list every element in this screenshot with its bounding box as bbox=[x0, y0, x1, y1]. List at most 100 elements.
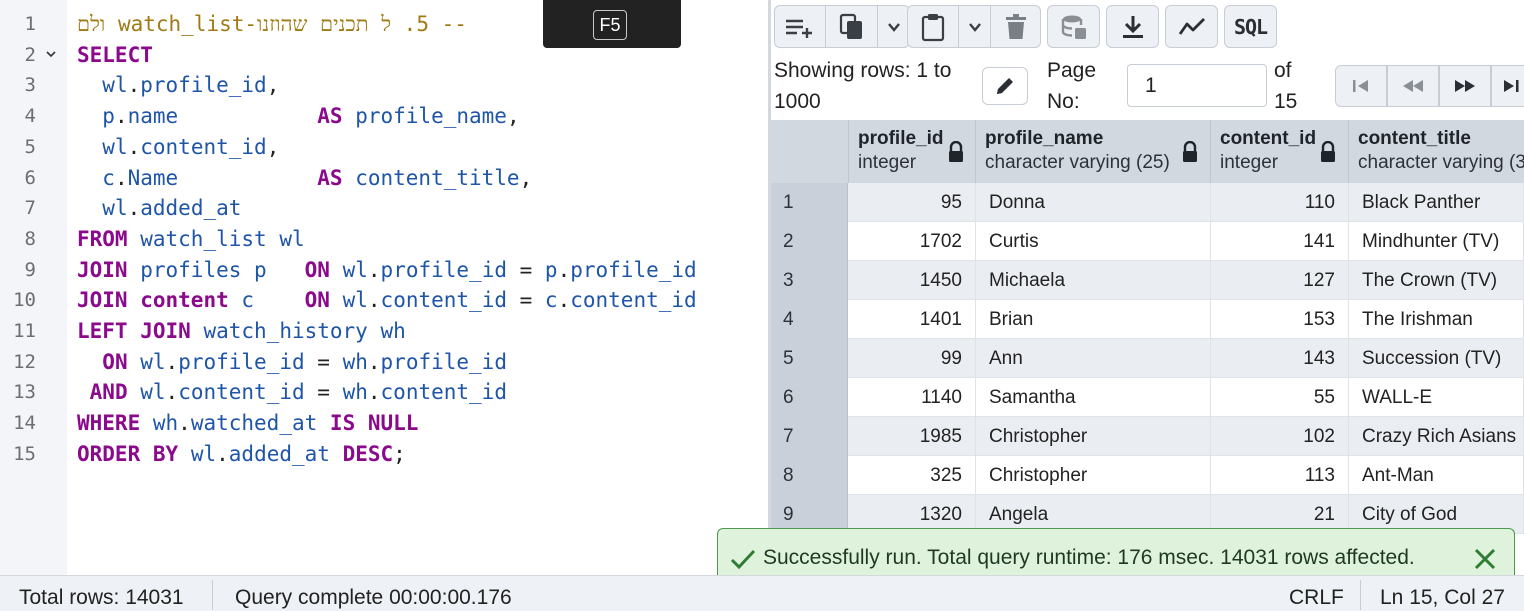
cell-content-title[interactable]: Black Panther bbox=[1349, 183, 1524, 222]
cell-profile-id[interactable]: 1702 bbox=[849, 222, 976, 261]
code-line[interactable]: FROM watch_list wl bbox=[77, 224, 305, 254]
first-page-button[interactable] bbox=[1335, 65, 1387, 107]
cell-profile-name[interactable]: Curtis bbox=[976, 222, 1211, 261]
fold-chevron-icon[interactable] bbox=[44, 47, 58, 61]
cell-content-id[interactable]: 141 bbox=[1211, 222, 1349, 261]
cell-profile-name[interactable]: Brian bbox=[976, 300, 1211, 339]
line-number: 7 bbox=[24, 197, 36, 220]
copy-button[interactable] bbox=[826, 5, 878, 48]
row-number[interactable]: 5 bbox=[771, 339, 848, 378]
cell-profile-id[interactable]: 1985 bbox=[849, 417, 976, 456]
next-page-button[interactable] bbox=[1439, 65, 1491, 107]
cell-content-id[interactable]: 127 bbox=[1211, 261, 1349, 300]
code-line[interactable]: ORDER BY wl.added_at DESC; bbox=[77, 439, 406, 469]
cell-profile-name[interactable]: Christopher bbox=[976, 456, 1211, 495]
code-line[interactable]: SELECT bbox=[77, 40, 153, 70]
lock-icon bbox=[1183, 141, 1197, 162]
cell-content-title[interactable]: Crazy Rich Asians bbox=[1349, 417, 1524, 456]
table-row[interactable]: 7 1985 Christopher 102 Crazy Rich Asians bbox=[771, 417, 1524, 456]
code-line[interactable]: wl.profile_id, bbox=[77, 70, 279, 100]
page-label-line2: No: bbox=[1047, 90, 1080, 113]
cell-content-id[interactable]: 143 bbox=[1211, 339, 1349, 378]
table-row[interactable]: 4 1401 Brian 153 The Irishman bbox=[771, 300, 1524, 339]
line-number: 15 bbox=[13, 442, 36, 465]
table-row[interactable]: 2 1702 Curtis 141 Mindhunter (TV) bbox=[771, 222, 1524, 261]
row-number[interactable]: 4 bbox=[771, 300, 848, 339]
graph-visualiser-button[interactable] bbox=[1165, 5, 1218, 48]
row-number[interactable]: 3 bbox=[771, 261, 848, 300]
row-number[interactable]: 2 bbox=[771, 222, 848, 261]
add-row-button[interactable] bbox=[774, 5, 826, 48]
cell-content-title[interactable]: Ant-Man bbox=[1349, 456, 1524, 495]
code-line[interactable]: c.Name AS content_title, bbox=[77, 163, 532, 193]
cell-profile-name[interactable]: Michaela bbox=[976, 261, 1211, 300]
row-number[interactable]: 8 bbox=[771, 456, 848, 495]
table-row[interactable]: 5 99 Ann 143 Succession (TV) bbox=[771, 339, 1524, 378]
download-button[interactable] bbox=[1106, 5, 1159, 48]
cell-profile-id[interactable]: 99 bbox=[849, 339, 976, 378]
code-line[interactable]: LEFT JOIN watch_history wh bbox=[77, 316, 406, 346]
fast-forward-icon bbox=[1455, 80, 1475, 92]
cell-content-title[interactable]: The Irishman bbox=[1349, 300, 1524, 339]
sql-token: wh bbox=[342, 349, 368, 374]
code-line[interactable]: WHERE wh.watched_at IS NULL bbox=[77, 408, 418, 438]
last-page-button[interactable] bbox=[1491, 65, 1524, 107]
save-data-button[interactable] bbox=[1047, 5, 1100, 48]
cell-content-title[interactable]: Mindhunter (TV) bbox=[1349, 222, 1524, 261]
cell-content-title[interactable]: Succession (TV) bbox=[1349, 339, 1524, 378]
cell-content-id[interactable]: 153 bbox=[1211, 300, 1349, 339]
cell-profile-id[interactable]: 95 bbox=[849, 183, 976, 222]
cell-content-id[interactable]: 113 bbox=[1211, 456, 1349, 495]
cell-profile-id[interactable]: 325 bbox=[849, 456, 976, 495]
paste-button[interactable] bbox=[907, 5, 959, 48]
row-number[interactable]: 6 bbox=[771, 378, 848, 417]
copy-options-button[interactable] bbox=[878, 5, 910, 48]
page-number-input[interactable]: 1 bbox=[1127, 64, 1267, 107]
cell-content-id[interactable]: 110 bbox=[1211, 183, 1349, 222]
cell-profile-name[interactable]: Samantha bbox=[976, 378, 1211, 417]
row-number[interactable]: 7 bbox=[771, 417, 848, 456]
code-line[interactable]: AND wl.content_id = wh.content_id bbox=[77, 377, 507, 407]
column-header-profile-name[interactable]: profile_name character varying (25) bbox=[976, 120, 1211, 183]
cell-content-id[interactable]: 102 bbox=[1211, 417, 1349, 456]
code-line[interactable]: p.name AS profile_name, bbox=[77, 101, 519, 131]
table-row[interactable]: 6 1140 Samantha 55 WALL-E bbox=[771, 378, 1524, 417]
close-icon[interactable] bbox=[1472, 546, 1498, 572]
column-header-content-id[interactable]: content_id integer bbox=[1211, 120, 1349, 183]
table-row[interactable]: 3 1450 Michaela 127 The Crown (TV) bbox=[771, 261, 1524, 300]
delete-button[interactable] bbox=[991, 5, 1041, 48]
cell-profile-name[interactable]: Christopher bbox=[976, 417, 1211, 456]
code-line[interactable]: JOIN profiles p ON wl.profile_id = p.pro… bbox=[77, 255, 697, 285]
table-row[interactable]: 8 325 Christopher 113 Ant-Man bbox=[771, 456, 1524, 495]
total-rows-status: Total rows: 14031 bbox=[19, 586, 184, 609]
code-line[interactable]: wl.content_id, bbox=[77, 132, 279, 162]
line-number: 1 bbox=[24, 13, 36, 35]
column-header-content-title[interactable]: content_title character varying (3 bbox=[1349, 120, 1524, 183]
cell-profile-id[interactable]: 1450 bbox=[849, 261, 976, 300]
edit-range-button[interactable] bbox=[982, 67, 1028, 105]
cell-content-title[interactable]: WALL-E bbox=[1349, 378, 1524, 417]
table-row[interactable]: 1 95 Donna 110 Black Panther bbox=[771, 183, 1524, 222]
sql-view-button[interactable]: SQL bbox=[1224, 5, 1277, 48]
code-line[interactable]: ON wl.profile_id = wh.profile_id bbox=[77, 347, 507, 377]
cell-profile-name[interactable]: Donna bbox=[976, 183, 1211, 222]
cell-profile-id[interactable]: 1401 bbox=[849, 300, 976, 339]
cell-content-title[interactable]: The Crown (TV) bbox=[1349, 261, 1524, 300]
code-line[interactable]: wl.added_at bbox=[77, 193, 241, 223]
sql-token: = bbox=[304, 349, 343, 374]
line-ending-status[interactable]: CRLF bbox=[1289, 576, 1344, 611]
cell-profile-id[interactable]: 1140 bbox=[849, 378, 976, 417]
cell-profile-name[interactable]: Ann bbox=[976, 339, 1211, 378]
column-header-profile-id[interactable]: profile_id integer bbox=[849, 120, 976, 183]
code-line[interactable]: JOIN content c ON wl.content_id = c.cont… bbox=[77, 285, 697, 315]
row-number[interactable]: 1 bbox=[771, 183, 848, 222]
previous-page-button[interactable] bbox=[1387, 65, 1439, 107]
sql-token: . bbox=[367, 349, 381, 374]
sql-keyword: AS bbox=[317, 165, 343, 190]
page-label-line1: Page bbox=[1047, 59, 1097, 82]
cell-content-id[interactable]: 55 bbox=[1211, 378, 1349, 417]
paste-options-button[interactable] bbox=[959, 5, 991, 48]
lock-icon bbox=[949, 141, 963, 162]
sql-editor[interactable]: 1 2 3 4 5 6 7 8 9 10 11 12 13 14 15 -- 5. ל תכנים שהוז… bbox=[0, 0, 768, 575]
